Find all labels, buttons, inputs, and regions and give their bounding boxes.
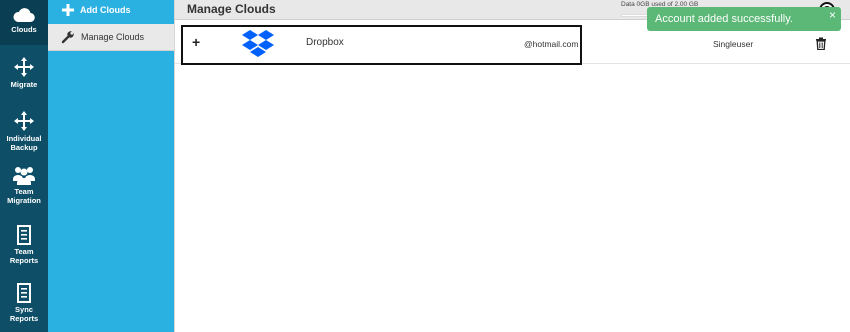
dropbox-icon	[242, 30, 274, 57]
add-clouds-button[interactable]: Add Clouds	[48, 0, 174, 20]
rail-item-clouds[interactable]: Clouds	[0, 0, 48, 45]
cloud-account-type: Singleuser	[713, 39, 754, 49]
arrows-move-icon	[14, 57, 34, 77]
cloud-account-email: @hotmail.com	[524, 39, 579, 49]
toast-message: Account added successfully.	[655, 13, 793, 25]
rail-item-team-reports[interactable]: Team Reports	[0, 225, 48, 271]
left-nav-rail: Clouds Migrate Individual Backup Team Mi…	[0, 0, 48, 332]
add-clouds-label: Add Clouds	[80, 5, 131, 15]
rail-item-label: Individual Backup	[6, 134, 42, 152]
rail-item-label: Team Migration	[7, 187, 41, 205]
rail-item-migrate[interactable]: Migrate	[0, 56, 48, 96]
success-toast: Account added successfully. ×	[647, 7, 841, 31]
rail-item-individual-backup[interactable]: Individual Backup	[0, 110, 48, 156]
cloud-icon	[13, 8, 35, 23]
expand-button[interactable]: +	[192, 34, 200, 50]
manage-clouds-button[interactable]: Manage Clouds	[48, 24, 174, 51]
manage-clouds-label: Manage Clouds	[81, 32, 145, 42]
rail-item-sync-reports[interactable]: Sync Reports	[0, 283, 48, 329]
arrows-move-icon	[14, 111, 34, 131]
page-title: Manage Clouds	[187, 2, 276, 16]
clouds-submenu: Add Clouds Manage Clouds	[48, 0, 174, 332]
toast-close-button[interactable]: ×	[829, 8, 836, 22]
report-icon	[17, 225, 31, 245]
rail-item-team-migration[interactable]: Team Migration	[0, 165, 48, 213]
rail-item-label: Sync Reports	[9, 305, 39, 323]
rail-item-label: Clouds	[11, 25, 37, 34]
report-icon	[17, 283, 31, 303]
plus-icon	[62, 4, 74, 16]
wrench-icon	[61, 31, 74, 44]
team-icon	[13, 167, 35, 185]
cloud-provider-name: Dropbox	[306, 37, 344, 48]
rail-item-label: Migrate	[10, 80, 38, 89]
trash-icon[interactable]	[815, 37, 827, 50]
rail-item-label: Team Reports	[9, 247, 39, 265]
